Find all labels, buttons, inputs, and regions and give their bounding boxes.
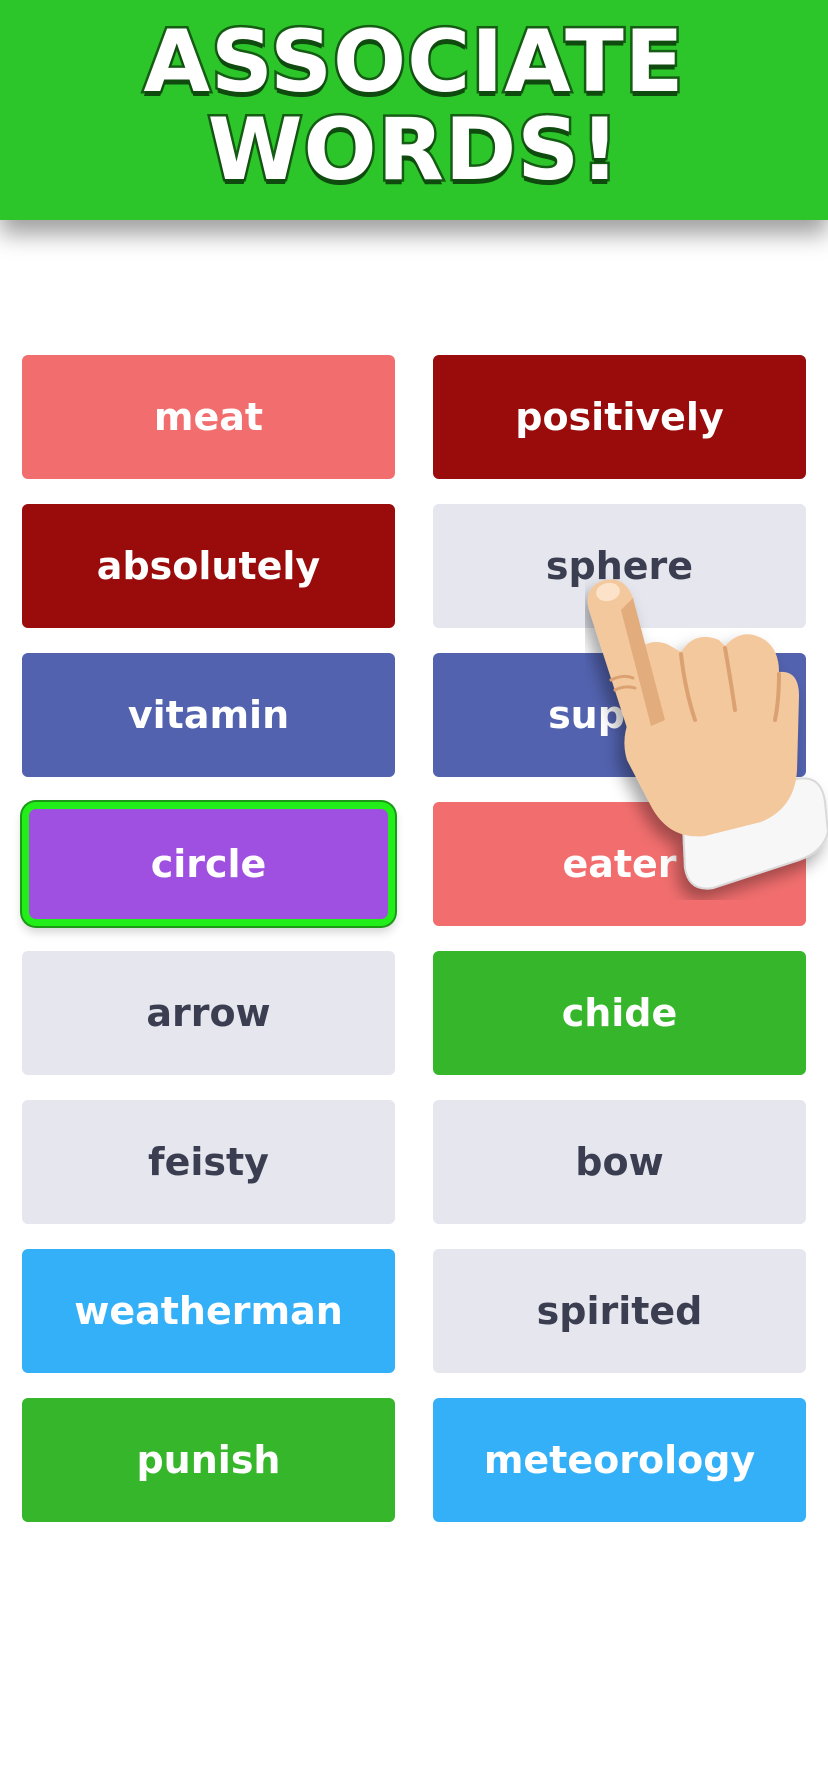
word-tile[interactable]: arrow — [22, 951, 395, 1075]
word-tile[interactable]: meat — [22, 355, 395, 479]
word-tile[interactable]: eater — [433, 802, 806, 926]
word-tile[interactable]: weatherman — [22, 1249, 395, 1373]
page-title: ASSOCIATE WORDS! — [0, 12, 828, 200]
word-tile[interactable]: positively — [433, 355, 806, 479]
title-line-1: ASSOCIATE — [141, 12, 686, 112]
word-tile[interactable]: circle — [22, 802, 395, 926]
word-tile[interactable]: bow — [433, 1100, 806, 1224]
word-tile[interactable]: chide — [433, 951, 806, 1075]
title-line-2: WORDS! — [205, 100, 622, 200]
word-tile[interactable]: sphere — [433, 504, 806, 628]
word-tile[interactable]: punish — [22, 1398, 395, 1522]
word-tile[interactable]: vitamin — [22, 653, 395, 777]
word-tile[interactable]: feisty — [22, 1100, 395, 1224]
title-banner: ASSOCIATE WORDS! — [0, 0, 828, 220]
word-tile[interactable]: spirited — [433, 1249, 806, 1373]
word-tile[interactable]: meteorology — [433, 1398, 806, 1522]
word-tile[interactable]: absolutely — [22, 504, 395, 628]
word-tile[interactable]: supple — [433, 653, 806, 777]
